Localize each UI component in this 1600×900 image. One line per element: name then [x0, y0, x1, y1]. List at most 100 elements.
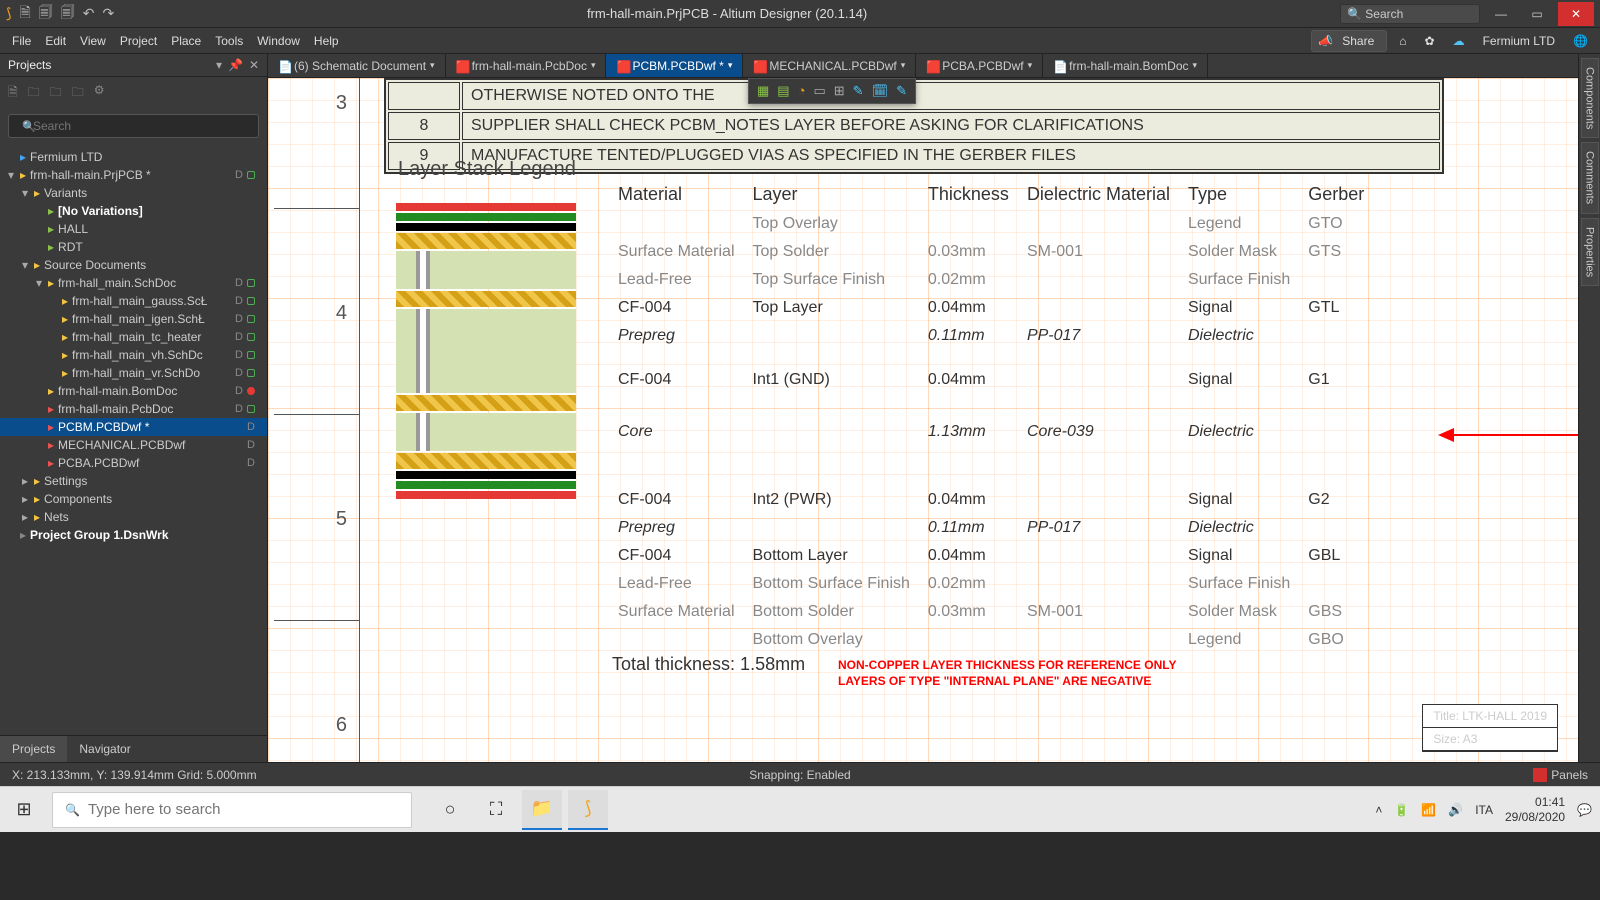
tree-item[interactable]: ▸ frm-hall_main_igen.SchŁD	[0, 310, 267, 328]
tool-icon[interactable]: ✎	[853, 83, 864, 99]
gear-icon[interactable]: ✿	[1419, 31, 1441, 51]
menu-file[interactable]: File	[6, 31, 37, 51]
doc-tab[interactable]: 🟥frm-hall-main.PcbDoc ▾	[446, 54, 607, 77]
tree-item[interactable]: ▾▸ Variants	[0, 184, 267, 202]
tree-item[interactable]: ▸ frm-hall_main_vr.SchDoD	[0, 364, 267, 382]
tree-item[interactable]: ▸ frm-hall_main_tc_heaterD	[0, 328, 267, 346]
footer-tab-navigator[interactable]: Navigator	[67, 736, 142, 762]
tree-item[interactable]: ▸ MECHANICAL.PCBDwfD	[0, 436, 267, 454]
notifications-icon[interactable]: 💬	[1577, 803, 1592, 817]
menu-project[interactable]: Project	[114, 31, 163, 51]
window-title: frm-hall-main.PrjPCB - Altium Designer (…	[114, 6, 1340, 21]
menu-view[interactable]: View	[74, 31, 112, 51]
doc-tab[interactable]: 🟥MECHANICAL.PCBDwf ▾	[743, 54, 916, 77]
gutter-num: 3	[336, 92, 347, 115]
doc-tab[interactable]: 🟥PCBA.PCBDwf ▾	[916, 54, 1043, 77]
maximize-button[interactable]: ▭	[1522, 2, 1552, 26]
tb-icon[interactable]: ↶	[83, 5, 95, 22]
doc-tab[interactable]: 📄(6) Schematic Document ▾	[268, 54, 446, 77]
wifi-icon[interactable]: 📶	[1421, 803, 1436, 817]
tree-item[interactable]: ▸ HALL	[0, 220, 267, 238]
battery-icon[interactable]: 🔋	[1394, 803, 1409, 817]
panel-close-icon[interactable]: ✕	[249, 58, 259, 72]
tool-icon[interactable]: ▤	[777, 83, 789, 99]
taskbar-search-input[interactable]	[88, 801, 399, 818]
tool-icon[interactable]: ▭	[813, 83, 825, 99]
tool-icon[interactable]: 🗓	[872, 83, 889, 99]
menu-tools[interactable]: Tools	[209, 31, 249, 51]
tool-icon[interactable]: ✎	[896, 83, 907, 99]
tb-icon[interactable]: 🗀	[50, 83, 62, 104]
menu-window[interactable]: Window	[251, 31, 306, 51]
tree-item[interactable]: ▸ RDT	[0, 238, 267, 256]
lang-indicator[interactable]: ITA	[1475, 803, 1493, 817]
tree-item[interactable]: ▸ Fermium LTD	[0, 148, 267, 166]
tb-icon[interactable]: 🗀	[28, 83, 40, 104]
side-tab-components[interactable]: Components	[1581, 58, 1599, 138]
windows-taskbar: ⊞ 🔍 ○ ⛶ 📁 ⟆ ˄ 🔋 📶 🔊 ITA 01:41 29/08/2020…	[0, 786, 1600, 832]
user-avatar-icon[interactable]: 🌐	[1567, 31, 1594, 51]
tree-item[interactable]: ▸▸ Components	[0, 490, 267, 508]
tree-item[interactable]: ▸ frm-hall-main.BomDocD	[0, 382, 267, 400]
tb-icon[interactable]: 🗀	[72, 83, 84, 104]
volume-icon[interactable]: 🔊	[1448, 803, 1463, 817]
tree-item[interactable]: ▸ frm-hall_main_gauss.ScŁD	[0, 292, 267, 310]
tool-icon[interactable]: ⊞	[834, 83, 845, 99]
tb-icon[interactable]: 🗎	[8, 83, 18, 104]
tb-icon[interactable]: 🗐	[61, 2, 75, 26]
menu-help[interactable]: Help	[308, 31, 345, 51]
clock[interactable]: 01:41 29/08/2020	[1505, 795, 1565, 824]
tree-item[interactable]: ▸ PCBA.PCBDwfD	[0, 454, 267, 472]
gear-icon[interactable]: ⚙	[94, 83, 105, 104]
taskbar-search[interactable]: 🔍	[52, 792, 412, 828]
app-logo-icon[interactable]: ⟆	[6, 5, 11, 22]
task-view-icon[interactable]: ⛶	[476, 790, 516, 830]
tree-item[interactable]: ▸ frm-hall_main_vh.SchDcD	[0, 346, 267, 364]
tree-item[interactable]: ▸ PCBM.PCBDwf *D	[0, 418, 267, 436]
tb-icon[interactable]: 🗐	[39, 2, 53, 26]
layer-table: MaterialLayerThicknessDielectric Materia…	[608, 178, 1374, 655]
status-snap: Snapping: Enabled	[749, 768, 850, 782]
panel-pin-icon[interactable]: 📌	[228, 58, 243, 72]
gutter-num: 4	[336, 302, 347, 325]
menu-bar: File Edit View Project Place Tools Windo…	[0, 28, 1600, 54]
panel-dropdown-icon[interactable]: ▾	[216, 58, 222, 72]
menu-edit[interactable]: Edit	[39, 31, 72, 51]
panels-button[interactable]: Panels	[1551, 768, 1588, 782]
drawing-canvas[interactable]: 3 4 5 6 OTHERWISE NOTED ONTO THE8SUPPLIE…	[268, 78, 1578, 762]
doc-tab[interactable]: 🟥PCBM.PCBDwf * ▾	[606, 54, 743, 77]
cortana-icon[interactable]: ○	[430, 790, 470, 830]
minimize-button[interactable]: —	[1486, 2, 1516, 26]
side-tab-comments[interactable]: Comments	[1581, 142, 1599, 213]
doc-tab[interactable]: 📄frm-hall-main.BomDoc ▾	[1043, 54, 1208, 77]
tb-icon[interactable]: ↷	[102, 5, 114, 22]
tree-item[interactable]: ▸▸ Settings	[0, 472, 267, 490]
share-button[interactable]: 📣 Share	[1311, 30, 1387, 52]
cloud-icon[interactable]: ☁	[1447, 31, 1471, 51]
tree-item[interactable]: ▾▸ frm-hall-main.PrjPCB *D	[0, 166, 267, 184]
tree-item[interactable]: ▸ [No Variations]	[0, 202, 267, 220]
status-bar: X: 213.133mm, Y: 139.914mm Grid: 5.000mm…	[0, 762, 1600, 786]
start-button[interactable]: ⊞	[0, 787, 48, 833]
tool-icon[interactable]: ◔	[798, 83, 806, 99]
tree-item[interactable]: ▾▸ frm-hall_main.SchDocD	[0, 274, 267, 292]
global-search[interactable]: 🔍 Search	[1340, 4, 1480, 24]
project-search-input[interactable]	[8, 114, 259, 138]
menu-place[interactable]: Place	[165, 31, 207, 51]
floating-toolbar: ▦ ▤ ◔ ▭ ⊞ ✎ 🗓 ✎	[748, 78, 916, 104]
home-icon[interactable]: ⌂	[1393, 31, 1412, 51]
altium-icon[interactable]: ⟆	[568, 790, 608, 830]
tool-icon[interactable]: ▦	[757, 83, 769, 99]
tb-icon[interactable]: 🗎	[19, 2, 30, 26]
tree-item[interactable]: ▸ Project Group 1.DsnWrk	[0, 526, 267, 544]
tree-item[interactable]: ▸▸ Nets	[0, 508, 267, 526]
company-label[interactable]: Fermium LTD	[1477, 31, 1561, 51]
chevron-up-icon[interactable]: ˄	[1375, 803, 1382, 817]
close-button[interactable]: ✕	[1558, 2, 1594, 26]
explorer-icon[interactable]: 📁	[522, 790, 562, 830]
status-coords: X: 213.133mm, Y: 139.914mm Grid: 5.000mm	[12, 768, 257, 782]
tree-item[interactable]: ▸ frm-hall-main.PcbDocD	[0, 400, 267, 418]
footer-tab-projects[interactable]: Projects	[0, 736, 67, 762]
side-tab-properties[interactable]: Properties	[1581, 218, 1599, 286]
tree-item[interactable]: ▾▸ Source Documents	[0, 256, 267, 274]
